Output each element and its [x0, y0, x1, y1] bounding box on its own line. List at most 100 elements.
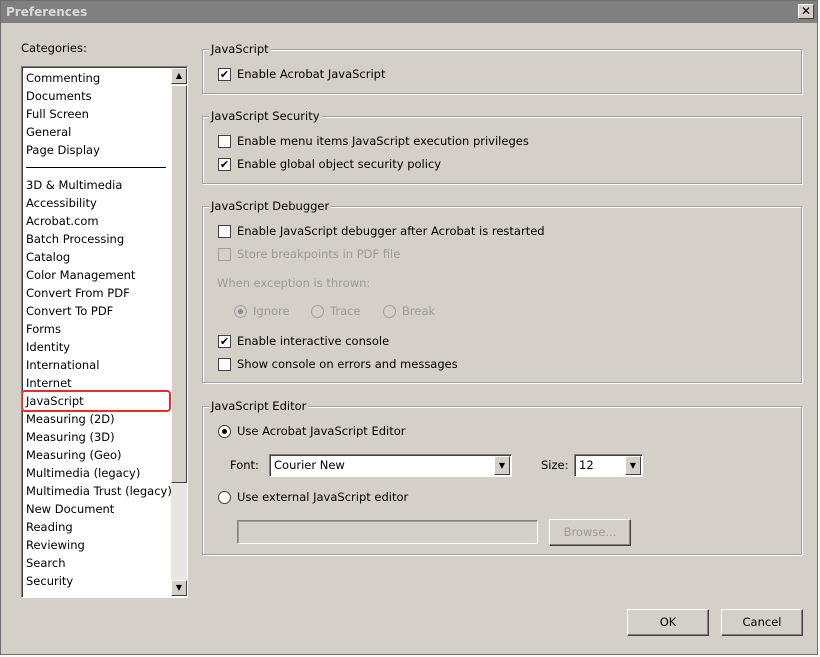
category-item[interactable]: Measuring (Geo): [22, 446, 172, 464]
category-item[interactable]: Measuring (2D): [22, 410, 172, 428]
category-item[interactable]: Batch Processing: [22, 230, 172, 248]
menu-items-privileges-row[interactable]: Enable menu items JavaScript execution p…: [218, 134, 529, 148]
category-item[interactable]: New Document: [22, 500, 172, 518]
category-item[interactable]: Full Screen: [22, 105, 172, 123]
preferences-dialog: Preferences ✕ Categories: Commenting Docu…: [0, 0, 818, 655]
category-item[interactable]: JavaScript: [22, 390, 171, 412]
category-item[interactable]: Security: [22, 572, 172, 590]
category-item[interactable]: Reviewing: [22, 536, 172, 554]
javascript-debugger-group-title: JavaScript Debugger: [209, 199, 332, 213]
category-item[interactable]: International: [22, 356, 172, 374]
size-select-value: 12: [579, 458, 594, 472]
menu-items-privileges-checkbox[interactable]: [218, 134, 231, 148]
enable-acrobat-js-checkbox[interactable]: ✔: [218, 67, 231, 81]
javascript-editor-group: JavaScript Editor Use Acrobat JavaScript…: [202, 399, 802, 555]
font-select-value: Courier New: [274, 458, 345, 472]
cancel-button[interactable]: Cancel: [721, 609, 803, 636]
exception-break-label: Break: [402, 304, 436, 318]
category-item[interactable]: Measuring (3D): [22, 428, 172, 446]
category-item[interactable]: Acrobat.com: [22, 212, 172, 230]
use-external-editor-radio[interactable]: [218, 490, 231, 504]
scroll-down-button[interactable]: ▼: [171, 580, 187, 596]
exception-label: When exception is thrown:: [217, 276, 371, 290]
show-console-checkbox[interactable]: [218, 357, 231, 371]
categories-scrollbar[interactable]: ▲ ▼: [171, 68, 187, 596]
external-editor-path-field[interactable]: [237, 520, 538, 544]
arrow-up-icon: ▲: [175, 71, 183, 80]
interactive-console-checkbox[interactable]: ✔: [218, 334, 231, 348]
chevron-down-icon: ▼: [498, 461, 506, 470]
category-divider: [26, 167, 166, 168]
category-item[interactable]: Reading: [22, 518, 172, 536]
javascript-editor-group-title: JavaScript Editor: [209, 399, 309, 413]
category-item[interactable]: 3D & Multimedia: [22, 176, 172, 194]
exception-trace-label: Trace: [330, 304, 361, 318]
category-item[interactable]: Search: [22, 554, 172, 572]
enable-debugger-label: Enable JavaScript debugger after Acrobat…: [237, 224, 545, 238]
ok-label: OK: [659, 615, 677, 629]
size-select[interactable]: 12 ▼: [574, 454, 643, 477]
category-item[interactable]: Color Management: [22, 266, 172, 284]
category-item[interactable]: General: [22, 123, 172, 141]
chevron-down-icon: ▼: [629, 461, 637, 470]
enable-acrobat-js-row[interactable]: ✔ Enable Acrobat JavaScript: [218, 67, 385, 81]
javascript-group-title: JavaScript: [209, 42, 271, 56]
category-item[interactable]: Convert To PDF: [22, 302, 172, 320]
exception-ignore-row[interactable]: Ignore: [234, 304, 290, 318]
enable-debugger-checkbox[interactable]: [218, 224, 231, 238]
category-item[interactable]: Accessibility: [22, 194, 172, 212]
store-breakpoints-label: Store breakpoints in PDF file: [237, 247, 401, 261]
category-item[interactable]: Identity: [22, 338, 172, 356]
close-button[interactable]: ✕: [798, 4, 814, 19]
window-title: Preferences: [6, 5, 88, 19]
use-external-editor-row[interactable]: Use external JavaScript editor: [218, 490, 408, 504]
exception-trace-row[interactable]: Trace: [311, 304, 361, 318]
show-console-row[interactable]: Show console on errors and messages: [218, 357, 458, 371]
javascript-security-group: JavaScript Security Enable menu items Ja…: [202, 109, 802, 184]
category-item[interactable]: Internet: [22, 374, 172, 392]
global-object-policy-row[interactable]: ✔ Enable global object security policy: [218, 157, 441, 171]
global-object-policy-checkbox[interactable]: ✔: [218, 157, 231, 171]
use-acrobat-editor-radio[interactable]: [218, 424, 231, 438]
enable-acrobat-js-label: Enable Acrobat JavaScript: [237, 67, 386, 81]
category-item[interactable]: Forms: [22, 320, 172, 338]
scroll-up-button[interactable]: ▲: [171, 68, 187, 84]
interactive-console-row[interactable]: ✔ Enable interactive console: [218, 334, 389, 348]
exception-break-radio[interactable]: [383, 304, 396, 318]
category-item[interactable]: Catalog: [22, 248, 172, 266]
browse-label: Browse...: [563, 525, 617, 539]
scroll-thumb[interactable]: [171, 85, 187, 483]
categories-list[interactable]: Commenting Documents Full Screen General Pag…: [21, 66, 188, 598]
global-object-policy-label: Enable global object security policy: [237, 157, 442, 171]
exception-break-row[interactable]: Break: [383, 304, 435, 318]
exception-ignore-radio[interactable]: [234, 304, 247, 318]
javascript-debugger-group: JavaScript Debugger Enable JavaScript de…: [202, 199, 802, 383]
browse-button[interactable]: Browse...: [549, 519, 631, 546]
font-dropdown-button[interactable]: ▼: [494, 456, 510, 475]
categories-items: Commenting Documents Full Screen General Pag…: [22, 69, 172, 590]
category-item[interactable]: Documents: [22, 87, 172, 105]
category-item[interactable]: Convert From PDF: [22, 284, 172, 302]
use-external-editor-label: Use external JavaScript editor: [237, 490, 409, 504]
store-breakpoints-checkbox[interactable]: [218, 247, 231, 261]
use-acrobat-editor-row[interactable]: Use Acrobat JavaScript Editor: [218, 424, 406, 438]
exception-trace-radio[interactable]: [311, 304, 324, 318]
category-item[interactable]: Multimedia Trust (legacy): [22, 482, 172, 500]
ok-button[interactable]: OK: [627, 609, 709, 636]
javascript-security-group-title: JavaScript Security: [209, 109, 322, 123]
interactive-console-label: Enable interactive console: [237, 334, 390, 348]
enable-debugger-row[interactable]: Enable JavaScript debugger after Acrobat…: [218, 224, 545, 238]
close-icon: ✕: [800, 4, 812, 18]
title-bar: Preferences: [1, 1, 817, 23]
category-item[interactable]: Page Display: [22, 141, 172, 159]
exception-ignore-label: Ignore: [253, 304, 290, 318]
size-dropdown-button[interactable]: ▼: [625, 456, 641, 475]
font-select[interactable]: Courier New ▼: [269, 454, 512, 477]
store-breakpoints-row[interactable]: Store breakpoints in PDF file: [218, 247, 400, 261]
category-item[interactable]: Multimedia (legacy): [22, 464, 172, 482]
category-item[interactable]: Commenting: [22, 69, 172, 87]
size-label: Size:: [541, 458, 569, 472]
menu-items-privileges-label: Enable menu items JavaScript execution p…: [237, 134, 529, 148]
arrow-down-icon: ▼: [175, 583, 183, 592]
categories-label: Categories:: [21, 41, 87, 55]
